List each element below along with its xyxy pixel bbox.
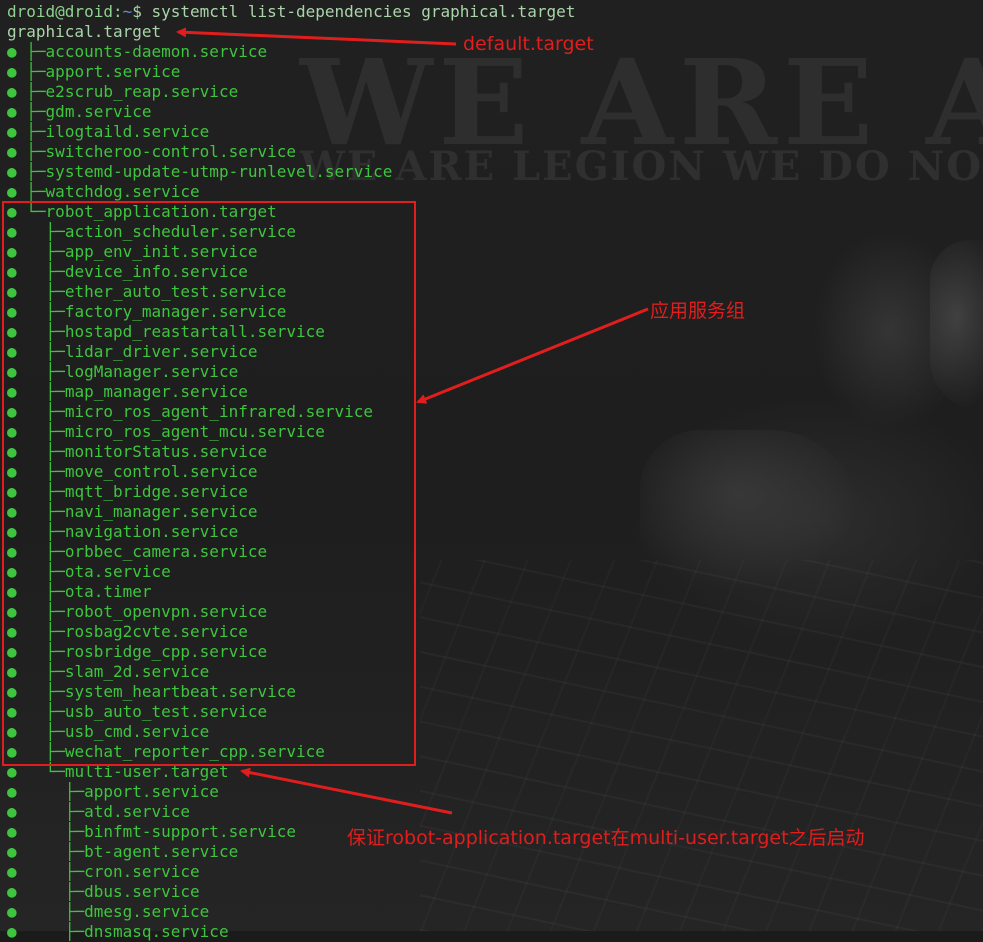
annotation-default-target: default.target: [463, 33, 594, 55]
annotation-app-group: 应用服务组: [650, 300, 746, 322]
annotation-order-note: 保证robot-application.target在multi-user.ta…: [347, 827, 865, 849]
annotation-arrows: [176, 27, 649, 815]
arrow-multi-user: [240, 767, 453, 815]
arrow-default-target: [176, 27, 457, 46]
arrow-app-group: [416, 307, 649, 404]
